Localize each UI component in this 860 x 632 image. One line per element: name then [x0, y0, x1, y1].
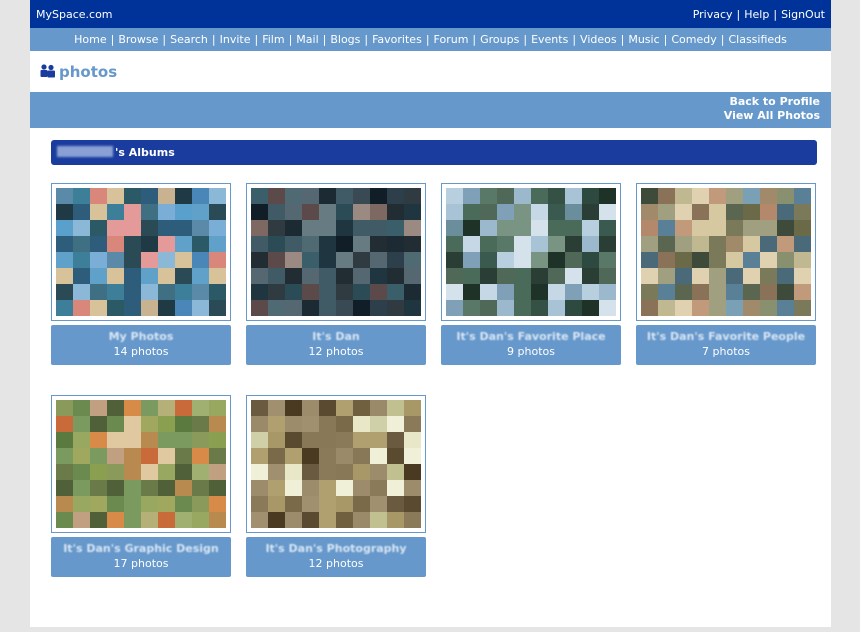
album-caption[interactable]: It's Dan's Graphic Design 17 photos: [51, 537, 231, 577]
thumbnail-image: [56, 400, 226, 528]
nav-item-browse[interactable]: Browse: [118, 33, 158, 46]
nav-item-mail[interactable]: Mail: [296, 33, 318, 46]
albums-header: 's Albums: [51, 140, 817, 165]
nav-item-comedy[interactable]: Comedy: [671, 33, 716, 46]
back-to-profile-link[interactable]: Back to Profile: [724, 95, 820, 109]
separator: |: [288, 33, 293, 46]
album-photo-count: 9 photos: [507, 345, 555, 358]
album-title[interactable]: My Photos: [51, 330, 231, 343]
page-content: photos Back to Profile View All Photos '…: [30, 51, 831, 627]
album-caption[interactable]: It's Dan's Favorite Place 9 photos: [441, 325, 621, 365]
nav-item-events[interactable]: Events: [531, 33, 568, 46]
separator: |: [425, 33, 430, 46]
albums-heading: 's Albums: [115, 146, 175, 159]
signout-link[interactable]: SignOut: [781, 8, 825, 21]
album-caption[interactable]: It's Dan's Favorite People 7 photos: [636, 325, 816, 365]
album-caption[interactable]: It's Dan 12 photos: [246, 325, 426, 365]
thumbnail-image: [641, 188, 811, 316]
people-icon: [40, 64, 55, 78]
album-caption[interactable]: It's Dan's Photography 12 photos: [246, 537, 426, 577]
album-photo-count: 17 photos: [113, 557, 169, 570]
separator: |: [254, 33, 259, 46]
separator: |: [663, 33, 668, 46]
view-all-photos-link[interactable]: View All Photos: [724, 109, 820, 123]
separator: |: [572, 33, 577, 46]
album-photo-count: 12 photos: [308, 345, 364, 358]
album-title[interactable]: It's Dan's Graphic Design: [51, 542, 231, 555]
thumbnail-image: [56, 188, 226, 316]
album-thumbnail[interactable]: [51, 395, 231, 533]
album-title[interactable]: It's Dan's Favorite Place: [441, 330, 621, 343]
top-bar: MySpace.com Privacy | Help | SignOut: [30, 0, 831, 28]
thumbnail-image: [251, 400, 421, 528]
separator: |: [211, 33, 216, 46]
nav-item-classifieds[interactable]: Classifieds: [728, 33, 786, 46]
album-title[interactable]: It's Dan's Favorite People: [636, 330, 816, 343]
album-title[interactable]: It's Dan: [246, 330, 426, 343]
album-thumbnail[interactable]: [51, 183, 231, 321]
page-header: photos: [40, 63, 117, 81]
nav-item-videos[interactable]: Videos: [580, 33, 617, 46]
page-title: photos: [59, 63, 118, 81]
nav-item-invite[interactable]: Invite: [220, 33, 251, 46]
separator: |: [620, 33, 625, 46]
separator: |: [720, 33, 725, 46]
top-links: Privacy | Help | SignOut: [693, 8, 825, 21]
nav-item-groups[interactable]: Groups: [480, 33, 519, 46]
separator: |: [773, 8, 778, 21]
site-brand[interactable]: MySpace.com: [36, 8, 113, 21]
album-caption[interactable]: My Photos 14 photos: [51, 325, 231, 365]
main-nav: Home | Browse | Search | Invite | Film | Mail | Blog…: [30, 28, 831, 51]
separator: |: [472, 33, 477, 46]
separator: |: [162, 33, 167, 46]
nav-items: Home | Browse | Search | Invite | Film | Mail | Blog…: [30, 28, 831, 46]
album-title[interactable]: It's Dan's Photography: [246, 542, 426, 555]
nav-item-forum[interactable]: Forum: [434, 33, 469, 46]
separator: |: [364, 33, 369, 46]
redacted-username: [57, 146, 113, 157]
nav-item-search[interactable]: Search: [170, 33, 208, 46]
privacy-link[interactable]: Privacy: [693, 8, 733, 21]
nav-item-film[interactable]: Film: [262, 33, 284, 46]
thumbnail-image: [446, 188, 616, 316]
separator: |: [322, 33, 327, 46]
nav-item-music[interactable]: Music: [628, 33, 659, 46]
nav-item-home[interactable]: Home: [74, 33, 106, 46]
nav-item-blogs[interactable]: Blogs: [330, 33, 360, 46]
album-thumbnail[interactable]: [441, 183, 621, 321]
album-thumbnail[interactable]: [246, 183, 426, 321]
separator: |: [523, 33, 528, 46]
thumbnail-image: [251, 188, 421, 316]
profile-links-band: Back to Profile View All Photos: [30, 92, 831, 128]
separator: |: [110, 33, 115, 46]
album-photo-count: 14 photos: [113, 345, 169, 358]
nav-item-favorites[interactable]: Favorites: [372, 33, 422, 46]
album-photo-count: 7 photos: [702, 345, 750, 358]
help-link[interactable]: Help: [744, 8, 769, 21]
separator: |: [736, 8, 741, 21]
album-photo-count: 12 photos: [308, 557, 364, 570]
album-thumbnail[interactable]: [636, 183, 816, 321]
album-thumbnail[interactable]: [246, 395, 426, 533]
